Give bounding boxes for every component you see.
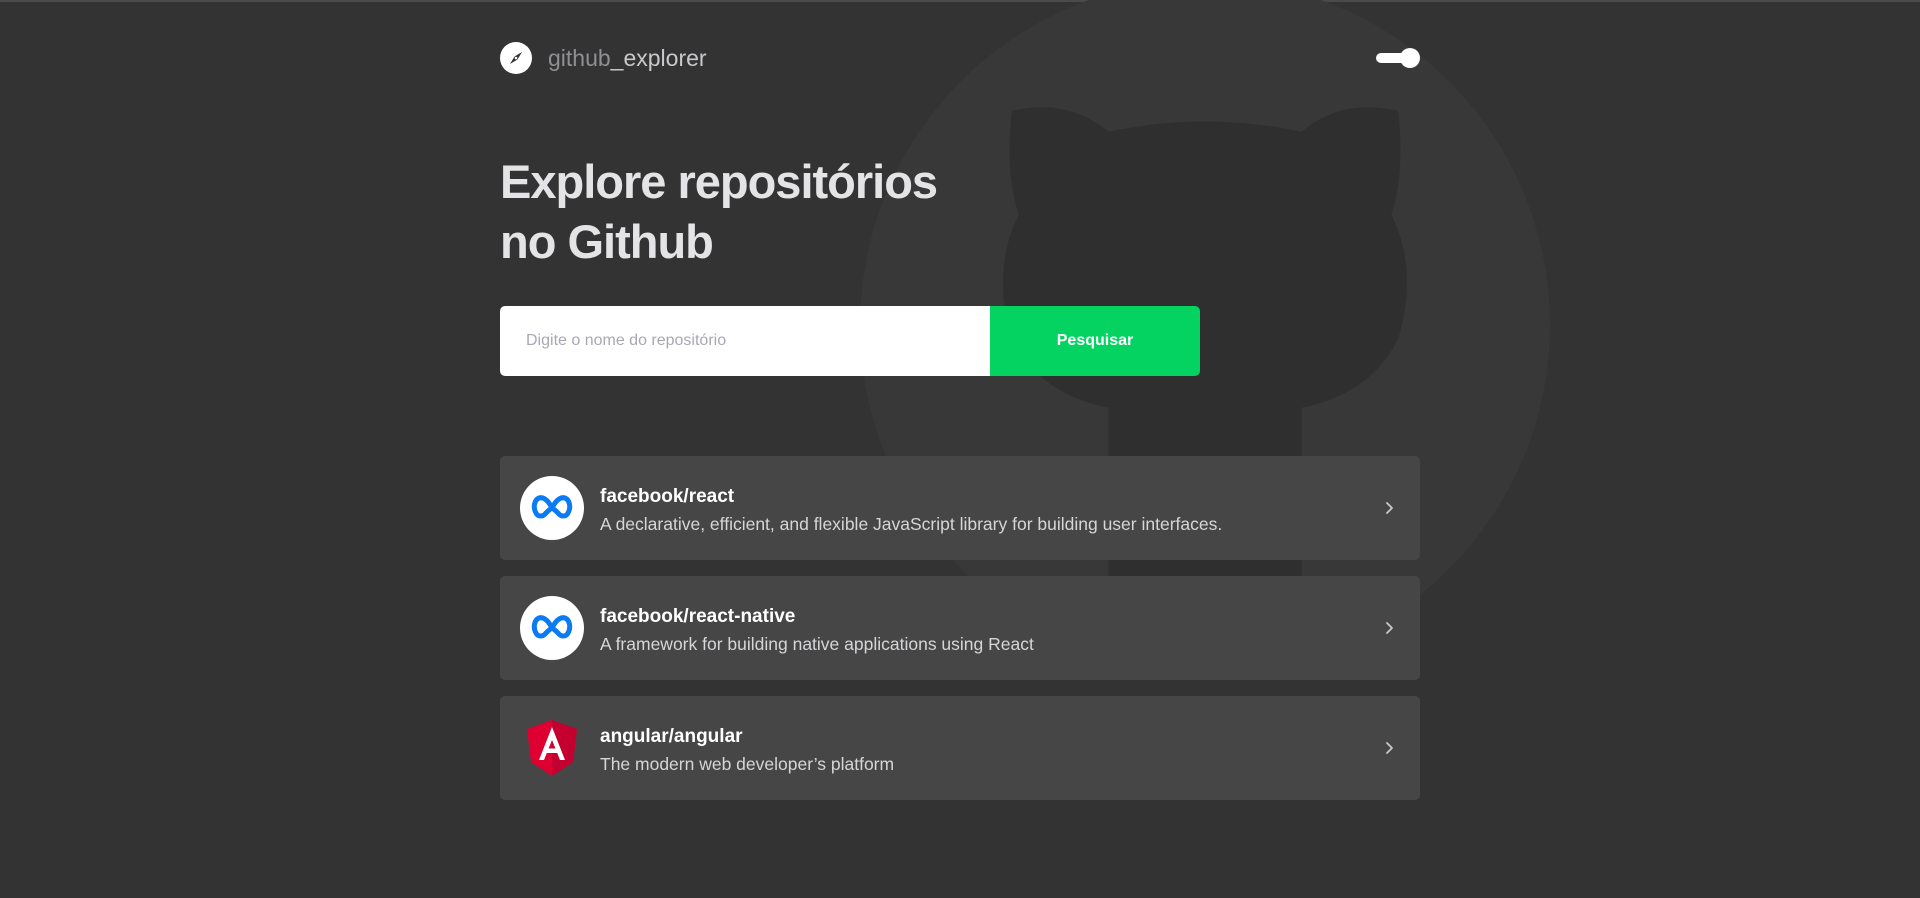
repository-card[interactable]: facebook/react A declarative, efficient,…	[500, 456, 1420, 560]
toggle-knob	[1400, 48, 1420, 68]
brand-title-part1: github	[548, 45, 611, 71]
repository-card[interactable]: facebook/react-native A framework for bu…	[500, 576, 1420, 680]
chevron-right-icon	[1386, 622, 1393, 634]
repository-name: facebook/react	[600, 486, 735, 507]
repository-description: The modern web developer’s platform	[600, 754, 895, 774]
repository-description: A framework for building native applicat…	[600, 634, 1034, 654]
page-title-line1: Explore repositórios	[500, 155, 938, 208]
page-title: Explore repositórios no Github	[500, 152, 1100, 272]
compass-icon	[500, 42, 532, 74]
search-button[interactable]: Pesquisar	[990, 306, 1200, 376]
repository-card[interactable]: angular/angular The modern web developer…	[500, 696, 1420, 800]
angular-logo-icon	[520, 716, 584, 780]
theme-toggle-switch[interactable]	[1376, 48, 1420, 68]
meta-logo-icon	[520, 476, 584, 540]
page-title-line2: no Github	[500, 215, 714, 268]
page-container: github_explorer Explore repositórios no …	[500, 0, 1420, 898]
repository-name: facebook/react-native	[600, 606, 796, 627]
repository-list: facebook/react A declarative, efficient,…	[500, 456, 1420, 816]
repository-name: angular/angular	[600, 726, 743, 747]
meta-logo-icon	[520, 596, 584, 660]
search-input[interactable]	[500, 306, 990, 376]
repository-description: A declarative, efficient, and flexible J…	[600, 514, 1223, 534]
header: github_explorer	[500, 40, 1420, 76]
brand-title-part2: _explorer	[610, 45, 707, 71]
search-form: Pesquisar	[500, 306, 1200, 376]
chevron-right-icon	[1386, 502, 1393, 514]
chevron-right-icon	[1386, 742, 1393, 754]
brand-title: github_explorer	[548, 44, 707, 72]
